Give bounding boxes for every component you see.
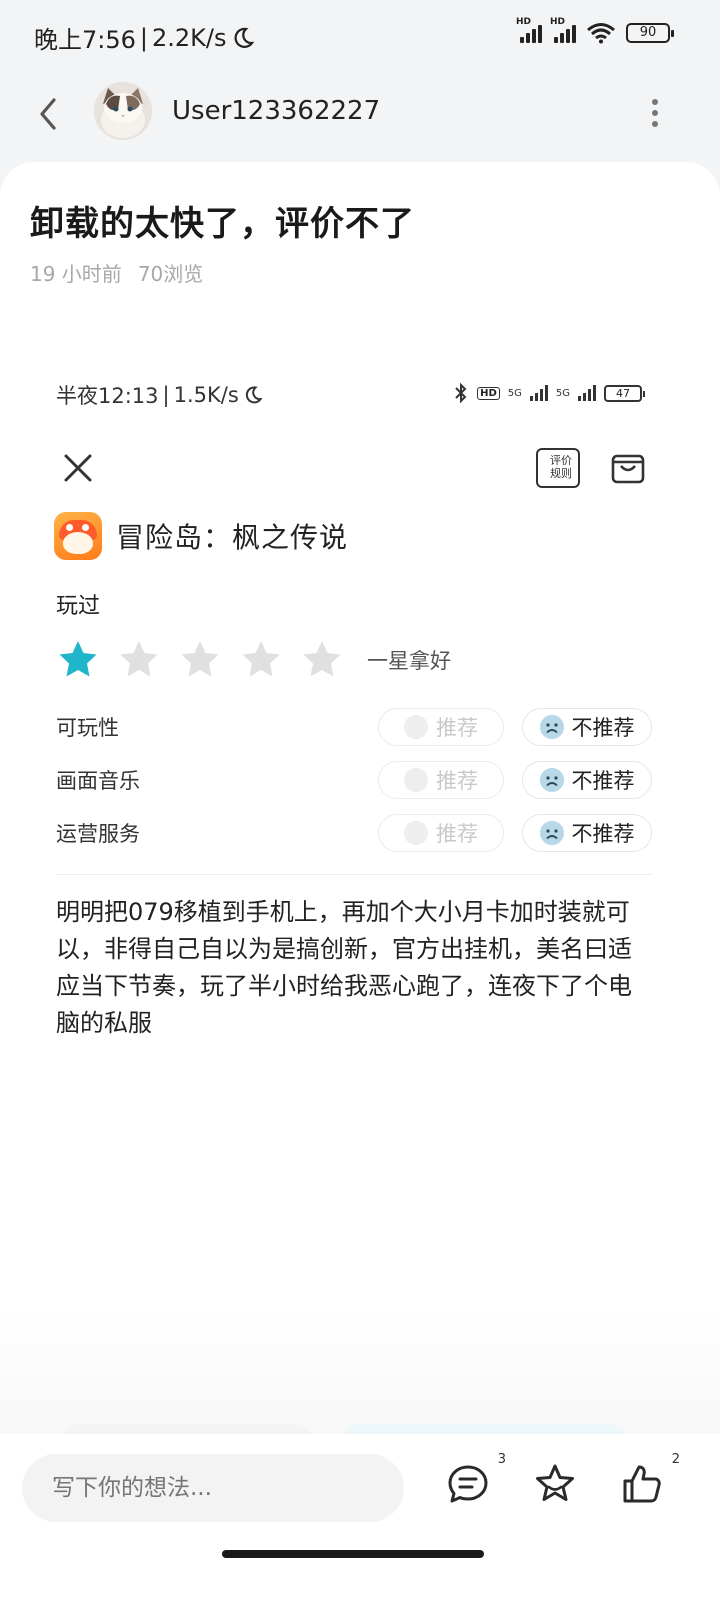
post-title: 卸载的太快了，评价不了: [30, 204, 415, 244]
rating-text: 一星拿好: [367, 649, 451, 673]
back-icon[interactable]: [34, 94, 64, 134]
star-icon: [181, 641, 219, 677]
signal-icon: HD: [516, 17, 542, 43]
battery-icon: 90: [626, 23, 674, 43]
status-time: 晚上7:56: [34, 26, 136, 54]
star-icon: [59, 641, 97, 677]
status-right: HD HD 90: [516, 17, 674, 44]
criteria-list: 可玩性 推荐 不推荐 画面音乐 推荐 不推荐 运营服务 推荐 不推荐: [56, 700, 652, 859]
star-icon: [242, 641, 280, 677]
not-recommend-button: 不推荐: [522, 760, 652, 799]
criteria-row: 运营服务 推荐 不推荐: [56, 806, 652, 859]
username[interactable]: User123362227: [172, 96, 380, 126]
game-info: 冒险岛：枫之传说: [54, 512, 348, 560]
not-recommend-button: 不推荐: [522, 707, 652, 746]
network-speed: 2.2K/s: [152, 23, 227, 52]
game-name: 冒险岛：枫之传说: [116, 521, 349, 554]
divider: [56, 874, 652, 875]
battery-icon: 47: [604, 384, 645, 402]
sad-face-icon: [539, 767, 564, 792]
played-label: 玩过: [56, 594, 101, 619]
shopping-bag-icon: [611, 454, 645, 484]
criteria-row: 画面音乐 推荐 不推荐: [56, 753, 652, 806]
smile-icon: [404, 714, 428, 739]
like-button[interactable]: 2: [620, 1452, 680, 1506]
review-rules-icon: 评价 规则: [536, 448, 580, 488]
comment-count: 3: [497, 1452, 506, 1467]
signal-icon-2: HD: [550, 17, 576, 43]
recommend-button: 推荐: [378, 813, 504, 852]
home-indicator[interactable]: [222, 1550, 484, 1558]
bottom-fade: [0, 1312, 720, 1442]
close-icon: [64, 454, 92, 482]
more-options-icon[interactable]: [650, 98, 660, 128]
app-header: User123362227: [0, 72, 720, 162]
like-count: 2: [671, 1452, 680, 1467]
comment-icon: [448, 1465, 488, 1503]
recommend-button: 推荐: [378, 760, 504, 799]
post-card: 卸载的太快了，评价不了 19 小时前 70浏览 半夜12:13 | 1.5K/s…: [0, 162, 720, 1600]
post-image[interactable]: 半夜12:13 | 1.5K/s HD 5G 5G 47 评价 规则 冒险岛：枫…: [30, 362, 678, 1462]
moon-icon: [234, 27, 254, 48]
bluetooth-icon: [455, 382, 467, 404]
image-status-right: HD 5G 5G 47: [453, 382, 645, 404]
star-icon: [303, 641, 341, 677]
game-icon: [54, 512, 102, 560]
signal-icon-2: [578, 385, 596, 401]
status-bar: 晚上7:56 | 2.2K/s HD HD 90: [0, 0, 720, 72]
criteria-label: 运营服务: [56, 821, 140, 846]
star-icon: [120, 641, 158, 677]
criteria-label: 画面音乐: [56, 768, 140, 793]
recommend-button: 推荐: [378, 707, 504, 746]
signal-icon: [529, 385, 548, 401]
avatar[interactable]: [94, 82, 152, 140]
thumbs-up-icon: [623, 1465, 661, 1503]
smile-icon: [404, 820, 428, 845]
status-left: 晚上7:56 | 2.2K/s: [34, 20, 255, 55]
image-status-left: 半夜12:13 | 1.5K/s: [56, 380, 263, 410]
criteria-row: 可玩性 推荐 不推荐: [56, 700, 652, 753]
review-text: 明明把079移植到手机上，再加个大小月卡加时装就可以，非得自己自以为是搞创新，官…: [56, 898, 632, 1037]
post-time: 19 小时前: [30, 262, 122, 286]
criteria-label: 可玩性: [56, 715, 119, 740]
wifi-icon: [587, 23, 615, 44]
moon-icon: [245, 386, 263, 404]
sad-face-icon: [539, 820, 564, 845]
comment-input[interactable]: [22, 1454, 404, 1522]
post-views: 70浏览: [137, 262, 204, 286]
star-rating: 一星拿好: [56, 638, 451, 682]
comment-button[interactable]: 3: [446, 1452, 506, 1506]
smile-icon: [404, 767, 428, 792]
favorite-button[interactable]: [533, 1462, 577, 1506]
star-outline-icon: [536, 1464, 574, 1501]
bottom-action-bar: 3 2: [0, 1434, 720, 1600]
sad-face-icon: [539, 714, 564, 739]
post-meta: 19 小时前 70浏览: [30, 258, 203, 287]
not-recommend-button: 不推荐: [522, 813, 652, 852]
